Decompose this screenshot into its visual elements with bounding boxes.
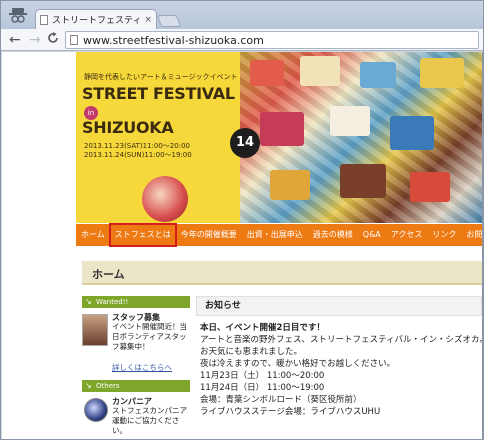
news-body: 本日、イベント開催2日目です！ アートと音楽の野外フェス、ストリートフェスティバ…: [196, 316, 482, 418]
nav-qa[interactable]: Q&A: [358, 224, 386, 246]
hero-puzzle-image: [240, 52, 482, 223]
staff-photo: [82, 314, 108, 346]
campaign-image: [84, 398, 108, 422]
arrow-down-right-icon: ↘: [85, 381, 92, 390]
staff-detail-link[interactable]: 詳しくはこちらへ: [112, 362, 172, 373]
wanted-header: ↘ Wanted!!: [82, 296, 190, 308]
news-line: 11月24日（日） 11:00〜19:00: [200, 383, 325, 393]
staff-recruit-block: スタッフ募集 イベント開催間近！当日ボランティアスタッフ募集中！ 詳しくはこちら…: [82, 312, 190, 374]
nav-home[interactable]: ホーム: [76, 224, 110, 246]
nav-about[interactable]: ストフェスとは: [108, 223, 177, 247]
page-icon: [40, 14, 48, 25]
news-line: ライブハウスステージ会場：ライブハウスUHU: [200, 407, 381, 417]
news-line: お天気にも恵まれました。: [200, 347, 303, 357]
wanted-label: Wanted!!: [96, 298, 129, 306]
page-title: ホーム: [92, 268, 125, 281]
nav-contact[interactable]: お問い: [461, 224, 482, 246]
hero-banner: 静岡を代表したいアート＆ミュージックイベント STREET FESTIVAL i…: [76, 52, 482, 223]
hero-date-2: 2013.11.24(SUN)11:00〜19:00: [84, 151, 192, 159]
home-heading-bar: ホーム: [82, 261, 482, 285]
tab-strip: ストリートフェスティバル ×: [1, 1, 483, 29]
nav-apply[interactable]: 出資・出展申込: [242, 224, 308, 246]
arrow-down-right-icon: ↘: [85, 297, 92, 306]
back-button[interactable]: ←: [9, 31, 21, 49]
others-label: Others: [96, 382, 120, 390]
tab-title: ストリートフェスティバル: [52, 16, 142, 26]
sidebar: ↘ Wanted!! スタッフ募集 イベント開催間近！当日ボランティアスタッフ募…: [82, 296, 190, 436]
page-icon: [70, 35, 78, 45]
news-section: お知らせ 本日、イベント開催2日目です！ アートと音楽の野外フェス、ストリートフ…: [196, 296, 482, 418]
hero-ball-art: [142, 176, 188, 222]
nav-past[interactable]: 過去の模様: [308, 224, 358, 246]
reload-icon: [48, 32, 58, 43]
page-viewport: 静岡を代表したいアート＆ミュージックイベント STREET FESTIVAL i…: [2, 52, 482, 439]
news-line: 11月23日（土） 11:00〜20:00: [200, 371, 325, 381]
staff-text: イベント開催間近！当日ボランティアスタッフ募集中！: [112, 322, 187, 351]
reload-button[interactable]: [47, 31, 59, 51]
others-header: ↘ Others: [82, 380, 190, 392]
main-nav: ホーム ストフェスとは 今年の開催概要 出資・出展申込 過去の模様 Q&A アク…: [76, 223, 482, 247]
tab-close-icon[interactable]: ×: [144, 15, 152, 25]
news-line: 本日、イベント開催2日目です！: [200, 323, 325, 333]
hero-title-line2: SHIZUOKA: [82, 118, 174, 137]
hero-title-line1: STREET FESTIVAL: [82, 84, 235, 103]
hero-subtitle: 静岡を代表したいアート＆ミュージックイベント: [84, 73, 238, 81]
news-line: 会場：青葉シンボルロード（葵区役所前）: [200, 395, 362, 405]
incognito-icon: [9, 8, 27, 23]
forward-button[interactable]: →: [29, 31, 41, 49]
browser-toolbar: ← → www.streetfestival-shizuoka.com: [1, 29, 483, 51]
url-text: www.streetfestival-shizuoka.com: [83, 33, 264, 47]
browser-window: ストリートフェスティバル × ← → www.streetfestival-sh…: [0, 0, 484, 440]
edition-badge: 14: [230, 128, 260, 158]
tab-active[interactable]: ストリートフェスティバル ×: [35, 9, 157, 29]
campaign-text: ストフェスカンパニア運動にご協力ください。: [112, 406, 187, 435]
nav-links[interactable]: リンク: [427, 224, 461, 246]
nav-access[interactable]: アクセス: [386, 224, 428, 246]
address-bar[interactable]: www.streetfestival-shizuoka.com: [65, 31, 479, 49]
news-line: 夜は冷えますので、暖かい格好でお越しください。: [200, 359, 396, 369]
campaign-block[interactable]: カンパニア ストフェスカンパニア運動にご協力ください。: [82, 396, 190, 436]
news-heading: お知らせ: [196, 296, 482, 316]
window-border: [482, 52, 483, 439]
nav-overview[interactable]: 今年の開催概要: [176, 224, 242, 246]
new-tab-button[interactable]: [156, 15, 182, 27]
news-line: アートと音楽の野外フェス、ストリートフェスティバル・イン・シズオカ。: [200, 335, 482, 345]
